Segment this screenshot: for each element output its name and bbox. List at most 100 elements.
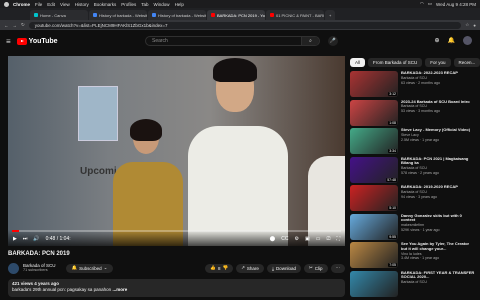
recommendation-item[interactable]: 9:55 Danny Gonzalez skits but with 0 cont… <box>350 213 476 243</box>
create-icon[interactable]: ⊕ <box>434 37 439 44</box>
description-box[interactable]: 421 views 4 years ago barkada's 29th ann… <box>8 279 345 297</box>
avatar[interactable] <box>463 36 472 45</box>
next-icon[interactable]: ⏭ <box>23 236 28 242</box>
browser-tab[interactable]: Home - Canva <box>30 10 88 20</box>
youtube-logo[interactable]: YouTube <box>16 37 58 45</box>
more-actions-button[interactable]: ⋯ <box>330 263 345 273</box>
menu-item[interactable]: Window <box>154 2 170 7</box>
video-thumbnail[interactable]: 7:05 <box>350 242 398 268</box>
recommendation-item[interactable]: 1:08 2023-24 Barkada of SCU Board Intro Ba… <box>350 99 476 129</box>
browser-tab[interactable]: History of barkada - Website <box>89 10 147 20</box>
time-display: 0:48 / 1:04: <box>45 236 71 242</box>
settings-icon[interactable]: ⚙ <box>295 236 299 242</box>
progress-bar[interactable] <box>12 230 341 232</box>
description-text: barkada's 29th annual pcn: pagsakay sa p… <box>12 286 112 292</box>
fullscreen-icon[interactable]: ⛶ <box>336 236 340 242</box>
cast-icon[interactable]: ⎚ <box>326 236 330 242</box>
download-icon: ⤓ <box>271 265 274 271</box>
subscribed-button[interactable]: 🔔 Subscribed ⌄ <box>65 263 114 273</box>
star-icon[interactable]: ☆ <box>465 22 469 28</box>
new-tab-icon[interactable]: + <box>325 10 336 20</box>
video-thumbnail[interactable]: 5:10 <box>350 185 398 211</box>
menu-item[interactable]: Bookmarks <box>94 2 117 7</box>
menu-list: Chrome File Edit View History Bookmarks Profil… <box>13 2 189 7</box>
volume-icon[interactable]: 🔊 <box>33 236 39 242</box>
recommendation-title[interactable]: BARKADA: PCN 2021 | Magkaisang Bilang ka <box>401 157 476 167</box>
thumbs-down-icon[interactable]: 👎 <box>223 265 229 271</box>
tab-label: BARKADA: PCN 2019 - Yo... <box>217 12 265 18</box>
menu-item[interactable]: Tab <box>141 2 148 7</box>
video-player[interactable]: Upcomi Sho ▶ ⏭ 🔊 0:48 / 1:04: ⬤ CC ⚙ ▣ ▭… <box>8 56 345 246</box>
video-title: BARKADA: PCN 2019 <box>8 251 70 257</box>
recommendation-item[interactable]: BARKADA: FIRST YEAR & TRANSFER SOCIAL 20… <box>350 270 476 300</box>
recommendation-meta: 53 views · 3 months ago <box>401 109 440 114</box>
microphone-icon[interactable]: 🎤 <box>328 36 338 46</box>
channel-avatar[interactable] <box>8 262 19 274</box>
search-input[interactable]: Search ⌕ <box>145 36 320 46</box>
youtube-logo-text: YouTube <box>28 37 58 45</box>
filter-chip[interactable]: From Barkada of SCU <box>368 58 423 67</box>
captions-icon[interactable]: CC <box>281 236 288 242</box>
tab-favicon-icon <box>270 13 274 17</box>
video-thumbnail[interactable]: 9:55 <box>350 213 398 240</box>
menu-item[interactable]: Profiles <box>121 2 136 7</box>
menu-icon[interactable]: ≡ <box>6 37 11 46</box>
menu-item[interactable]: Chrome <box>13 2 30 7</box>
battery-icon[interactable]: ▭ <box>428 1 432 7</box>
url-field[interactable]: youtube.com/watch?v=&list=PLEjNCM9HFAKlS… <box>28 21 462 29</box>
menu-item[interactable]: History <box>75 2 89 7</box>
recommendation-meta: 529K views · 1 year ago <box>401 227 440 232</box>
video-thumbnail[interactable] <box>350 270 398 297</box>
share-icon: ↗ <box>241 265 245 270</box>
browser-tab[interactable]: 01 PICNIC & PAINT - BARKADA... <box>266 10 324 20</box>
recommendation-title[interactable]: See You Again by Tyler, The Creator but … <box>401 242 476 252</box>
download-label: Download <box>275 265 296 271</box>
autoplay-toggle[interactable]: ⬤ <box>270 236 276 242</box>
wifi-icon[interactable]: ◠ <box>420 1 424 7</box>
recommendation-meta: 578 views · 2 years ago <box>401 170 439 175</box>
profile-icon[interactable]: ● <box>473 23 476 28</box>
notifications-icon[interactable]: 🔔 <box>448 37 455 44</box>
reload-icon[interactable]: ↻ <box>21 22 25 28</box>
recommendation-title[interactable]: Danny Gonzalez skits but with 0 context <box>401 214 476 224</box>
forward-icon[interactable]: → <box>13 23 18 28</box>
recommendation-item[interactable]: 3:34 Steve Lacy - Memory (Official Video)… <box>350 128 476 157</box>
tab-label: Home - Canva <box>40 12 66 18</box>
video-thumbnail[interactable]: 3:34 <box>350 128 398 154</box>
recommendation-item[interactable]: 7:05 See You Again by Tyler, The Creator … <box>350 242 476 271</box>
filter-chip[interactable]: All <box>350 58 366 67</box>
browser-tab[interactable]: BARKADA: PCN 2019 - Yo... <box>207 10 265 20</box>
browser-tab-bar: Home - Canva History of barkada - Website… <box>0 8 480 20</box>
duration-badge: 9:55 <box>388 234 397 239</box>
menu-item[interactable]: Help <box>175 2 184 7</box>
video-thumbnail[interactable]: 57:48 <box>350 156 398 183</box>
search-icon[interactable]: ⌕ <box>301 37 319 45</box>
clip-button[interactable]: ✂ Clip <box>303 263 328 273</box>
play-icon[interactable]: ▶ <box>13 236 17 242</box>
menu-item[interactable]: Edit <box>47 2 55 7</box>
youtube-header: ≡ YouTube Search ⌕ 🎤 ⊕ 🔔 <box>0 30 480 52</box>
more-link[interactable]: ...more <box>112 287 127 292</box>
miniplayer-icon[interactable]: ▣ <box>305 236 310 242</box>
back-icon[interactable]: ← <box>4 23 9 28</box>
recommendation-title[interactable]: BARKADA: FIRST YEAR & TRANSFER SOCIAL 20… <box>401 271 476 281</box>
filter-chip[interactable]: Recen... <box>453 58 480 67</box>
recommendation-item[interactable]: 5:10 BARKADA: 2019-2020 RECAP Barkada of S… <box>350 185 476 214</box>
theater-icon[interactable]: ▭ <box>316 236 321 242</box>
browser-tab[interactable]: History of barkada - Website <box>148 10 206 20</box>
video-thumbnail[interactable]: 3:12 <box>350 71 398 97</box>
video-thumbnail[interactable]: 1:08 <box>350 99 398 126</box>
menu-item[interactable]: File <box>35 2 42 7</box>
recommendation-meta: 2.5M views · 1 year ago <box>401 137 440 142</box>
filter-chip[interactable]: For you <box>425 58 451 67</box>
share-button[interactable]: ↗ Share <box>236 263 264 273</box>
menu-item[interactable]: View <box>60 2 70 7</box>
duration-badge: 1:08 <box>388 120 397 125</box>
filter-chips: All From Barkada of SCU For you Recen... <box>350 58 480 67</box>
apple-icon[interactable] <box>4 1 9 7</box>
download-button[interactable]: ⤓ Download <box>266 263 301 273</box>
share-label: Share <box>246 265 259 271</box>
recommendation-item[interactable]: 57:48 BARKADA: PCN 2021 | Magkaisang Bila… <box>350 156 476 186</box>
recommendation-item[interactable]: 3:12 BARKADA: 2022-2023 RECAP Barkada of S… <box>350 71 476 100</box>
like-button[interactable]: 👍 8 👎 <box>205 263 234 273</box>
